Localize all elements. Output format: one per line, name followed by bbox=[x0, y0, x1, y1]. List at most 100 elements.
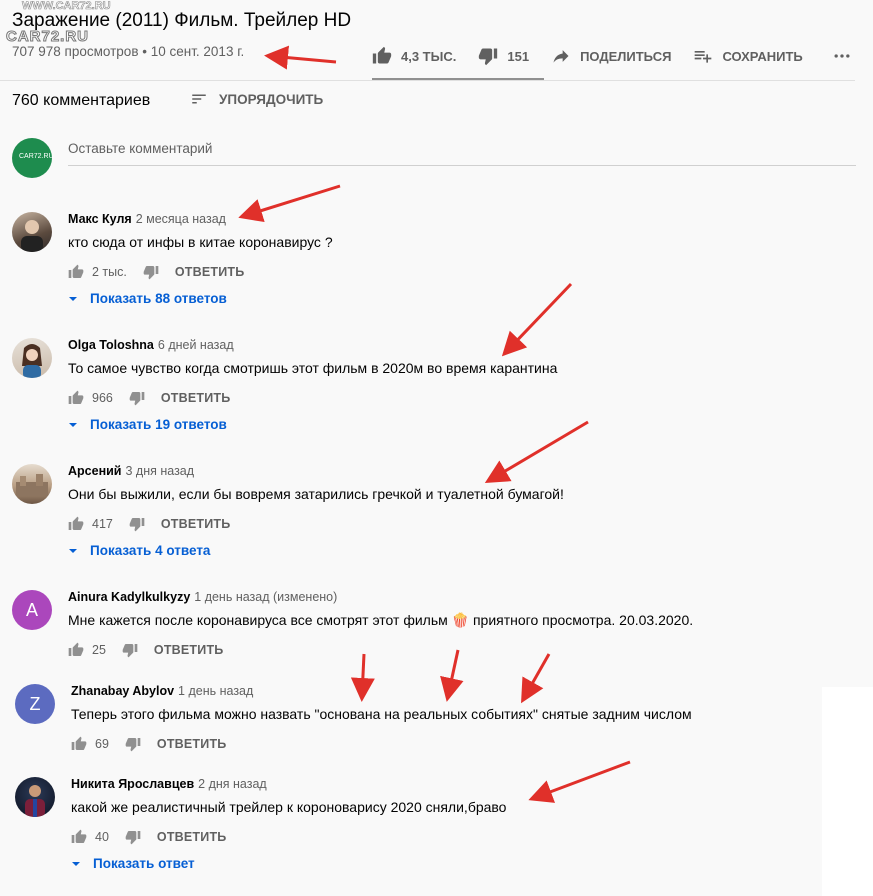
comment-text: То самое чувство когда смотришь этот фил… bbox=[68, 360, 558, 376]
thumb-down-icon[interactable] bbox=[125, 736, 141, 752]
comment-count: 760 комментариев bbox=[12, 92, 151, 109]
sort-icon bbox=[192, 94, 206, 104]
annotation-arrows bbox=[238, 45, 631, 803]
blank-panel bbox=[822, 687, 873, 896]
comment-header: Арсений 3 дня назад bbox=[68, 464, 194, 478]
avatar[interactable] bbox=[12, 464, 52, 504]
view-replies-button[interactable]: Показать 88 ответов bbox=[68, 291, 227, 306]
comment-input[interactable]: Оставьте комментарий bbox=[68, 141, 856, 166]
comment-time[interactable]: 1 день назад bbox=[178, 684, 253, 698]
view-replies-label: Показать 4 ответа bbox=[90, 543, 211, 558]
reply-button[interactable]: ОТВЕТИТЬ bbox=[157, 737, 227, 751]
avatar[interactable] bbox=[12, 212, 52, 252]
comment-header: Olga Toloshna 6 дней назад bbox=[68, 338, 234, 352]
reply-button[interactable]: ОТВЕТИТЬ bbox=[154, 643, 224, 657]
comment-header: Макс Куля 2 месяца назад bbox=[68, 212, 226, 226]
comment-actions: 40 ОТВЕТИТЬ bbox=[71, 829, 226, 845]
share-label: ПОДЕЛИТЬСЯ bbox=[580, 48, 672, 64]
view-replies-button[interactable]: Показать 4 ответа bbox=[68, 543, 210, 558]
view-count: 707 978 просмотров bbox=[12, 44, 139, 59]
view-replies-button[interactable]: Показать 19 ответов bbox=[68, 417, 227, 432]
thumb-up-icon[interactable] bbox=[68, 642, 84, 658]
thumb-down-icon bbox=[479, 48, 498, 66]
thumb-up-icon[interactable] bbox=[68, 390, 84, 406]
meta-separator: • bbox=[142, 44, 151, 59]
like-count: 4,3 ТЫС. bbox=[401, 48, 457, 64]
publish-date: 10 сент. 2013 г. bbox=[150, 44, 245, 59]
my-avatar-logo: CAR72.RU bbox=[19, 153, 54, 160]
thumb-up-icon[interactable] bbox=[68, 264, 84, 280]
comment-author[interactable]: Olga Toloshna bbox=[68, 338, 154, 352]
like-count: 966 bbox=[92, 391, 113, 405]
save-button[interactable]: СОХРАНИТЬ bbox=[693, 46, 803, 66]
divider bbox=[0, 80, 855, 81]
more-button[interactable] bbox=[831, 46, 862, 66]
comment-author[interactable]: Макс Куля bbox=[68, 212, 132, 226]
sort-button[interactable]: УПОРЯДОЧИТЬ bbox=[188, 90, 323, 108]
avatar[interactable] bbox=[12, 338, 52, 378]
comment-time[interactable]: 2 дня назад bbox=[198, 777, 267, 791]
like-count: 69 bbox=[95, 737, 109, 751]
avatar[interactable] bbox=[15, 777, 55, 817]
caret-down-icon bbox=[69, 548, 77, 553]
reply-button[interactable]: ОТВЕТИТЬ bbox=[161, 391, 231, 405]
comment-actions: 69 ОТВЕТИТЬ bbox=[71, 736, 226, 752]
thumb-down-icon[interactable] bbox=[125, 829, 141, 845]
thumb-down-icon[interactable] bbox=[143, 264, 159, 280]
comment-time[interactable]: 6 дней назад bbox=[158, 338, 234, 352]
annotation-arrow bbox=[350, 653, 375, 702]
sentiment-bar bbox=[372, 78, 544, 80]
reply-button[interactable]: ОТВЕТИТЬ bbox=[161, 517, 231, 531]
share-icon bbox=[553, 50, 569, 63]
caret-down-icon bbox=[69, 296, 77, 301]
comment-actions: 417 ОТВЕТИТЬ bbox=[68, 516, 230, 532]
comment-header: Zhanabay Abylov 1 день назад bbox=[71, 684, 253, 698]
annotation-arrow bbox=[528, 760, 631, 803]
view-replies-button[interactable]: Показать ответ bbox=[71, 856, 195, 871]
like-button[interactable]: 4,3 ТЫС. bbox=[372, 46, 456, 66]
thumb-up-icon[interactable] bbox=[71, 829, 87, 845]
comment-actions: 2 тыс. ОТВЕТИТЬ bbox=[68, 264, 244, 280]
avatar-photo-icon bbox=[21, 220, 43, 252]
comment-time[interactable]: 1 день назад (изменено) bbox=[194, 590, 337, 604]
playlist-add-icon bbox=[695, 51, 712, 63]
my-avatar: CAR72.RU bbox=[12, 138, 54, 178]
thumb-up-icon[interactable] bbox=[71, 736, 87, 752]
like-count: 2 тыс. bbox=[92, 265, 127, 279]
comment-time[interactable]: 2 месяца назад bbox=[136, 212, 226, 226]
comment-author[interactable]: Никита Ярославцев bbox=[71, 777, 194, 791]
thumb-down-icon[interactable] bbox=[129, 516, 145, 532]
avatar-photo-icon bbox=[22, 344, 42, 378]
reply-button[interactable]: ОТВЕТИТЬ bbox=[175, 265, 245, 279]
comment-text: Они бы выжили, если бы вовремя затарилис… bbox=[68, 486, 564, 502]
avatar-photo-icon bbox=[25, 785, 45, 817]
thumb-down-icon[interactable] bbox=[129, 390, 145, 406]
like-count: 417 bbox=[92, 517, 113, 531]
comment-author[interactable]: Zhanabay Abylov bbox=[71, 684, 174, 698]
comment-text: Теперь этого фильма можно назвать "основ… bbox=[71, 706, 692, 722]
avatar[interactable]: Z bbox=[15, 684, 55, 724]
comment-author[interactable]: Арсений bbox=[68, 464, 122, 478]
annotation-arrow bbox=[238, 184, 341, 223]
thumb-down-icon[interactable] bbox=[122, 642, 138, 658]
sort-label: УПОРЯДОЧИТЬ bbox=[219, 91, 324, 107]
reply-button[interactable]: ОТВЕТИТЬ bbox=[157, 830, 227, 844]
comment-actions: 966 ОТВЕТИТЬ bbox=[68, 390, 230, 406]
caret-down-icon bbox=[72, 861, 80, 866]
comment-time[interactable]: 3 дня назад bbox=[126, 464, 195, 478]
thumb-up-icon[interactable] bbox=[68, 516, 84, 532]
annotation-arrow bbox=[484, 420, 589, 484]
comment-header: Никита Ярославцев 2 дня назад bbox=[71, 777, 267, 791]
view-replies-label: Показать 88 ответов bbox=[90, 291, 227, 306]
comment-author[interactable]: Ainura Kadylkulkyzy bbox=[68, 590, 190, 604]
video-title: Заражение (2011) Фильм. Трейлер HD bbox=[12, 10, 352, 31]
dislike-button[interactable]: 151 bbox=[478, 46, 529, 66]
share-button[interactable]: ПОДЕЛИТЬСЯ bbox=[551, 46, 671, 66]
more-horiz-icon bbox=[834, 54, 850, 58]
avatar[interactable]: A bbox=[12, 590, 52, 630]
annotation-arrow bbox=[440, 649, 464, 702]
comment-text: Мне кажется после коронавируса все смотр… bbox=[68, 612, 694, 628]
comment-header: Ainura Kadylkulkyzy 1 день назад (изменен… bbox=[68, 590, 337, 604]
view-replies-label: Показать ответ bbox=[93, 856, 195, 871]
video-meta: 707 978 просмотров • 10 сент. 2013 г. bbox=[12, 44, 244, 59]
